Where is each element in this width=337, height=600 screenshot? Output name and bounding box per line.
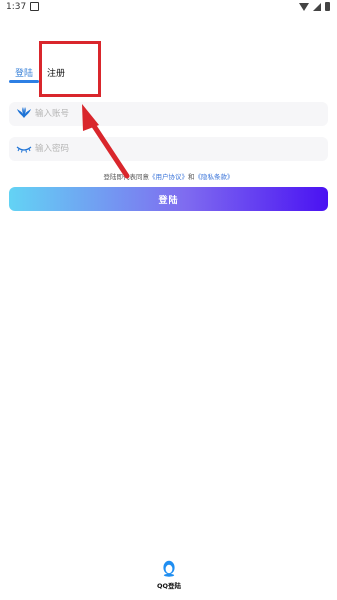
annotation-arrow-icon	[82, 104, 130, 179]
